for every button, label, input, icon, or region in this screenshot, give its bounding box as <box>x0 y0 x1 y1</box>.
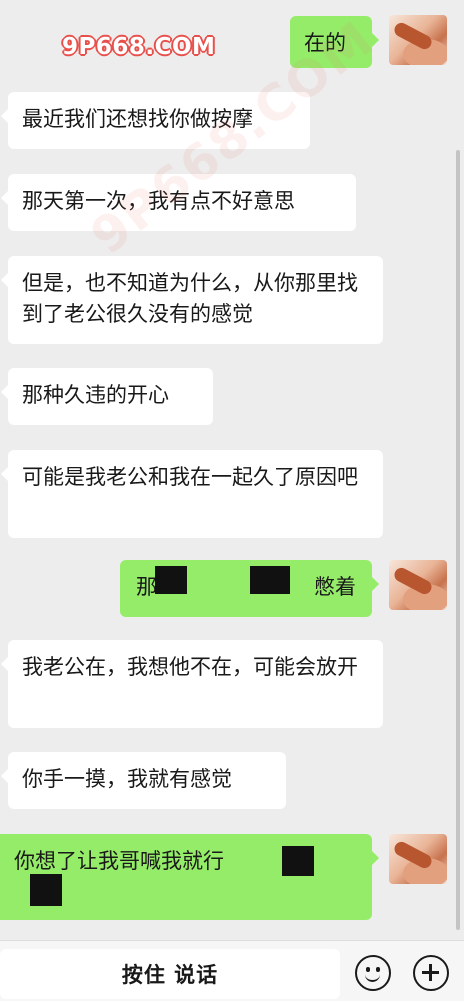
input-bar: 按住 说话 <box>0 940 464 1001</box>
message-text-end: 憋着 <box>314 575 356 599</box>
redaction-block <box>282 846 314 876</box>
redaction-block <box>250 566 290 594</box>
message-text: 但是，也不知道为什么，从你那里找到了老公很久没有的感觉 <box>22 271 358 326</box>
message-text: 你想了让我哥喊我就行 <box>14 849 224 873</box>
emoji-icon[interactable] <box>355 955 391 991</box>
incoming-bubble[interactable]: 但是，也不知道为什么，从你那里找到了老公很久没有的感觉 <box>1 256 383 344</box>
redaction-block <box>30 874 62 906</box>
avatar[interactable] <box>389 834 447 884</box>
message-text: 我老公在，我想他不在，可能会放开 <box>22 655 358 679</box>
plus-icon[interactable] <box>413 955 449 991</box>
incoming-bubble[interactable]: 那种久违的开心 <box>1 368 213 425</box>
message-text: 你手一摸，我就有感觉 <box>22 767 232 791</box>
incoming-bubble[interactable]: 可能是我老公和我在一起久了原因吧 <box>1 450 383 538</box>
hold-to-talk-button[interactable]: 按住 说话 <box>0 949 340 999</box>
redaction-block <box>155 566 187 594</box>
outgoing-bubble[interactable]: 那 憋着 <box>120 560 379 617</box>
message-text-start: 那 <box>136 575 157 599</box>
outgoing-bubble[interactable]: 你想了让我哥喊我就行 <box>0 834 379 920</box>
message-text: 可能是我老公和我在一起久了原因吧 <box>22 465 358 489</box>
avatar[interactable] <box>389 15 447 65</box>
avatar[interactable] <box>389 560 447 610</box>
incoming-bubble[interactable]: 你手一摸，我就有感觉 <box>1 752 286 809</box>
incoming-bubble[interactable]: 我老公在，我想他不在，可能会放开 <box>1 640 383 728</box>
watermark-logo: 9P668.COM <box>62 34 216 60</box>
scrollbar[interactable] <box>456 150 460 930</box>
message-text: 那种久违的开心 <box>22 383 169 407</box>
